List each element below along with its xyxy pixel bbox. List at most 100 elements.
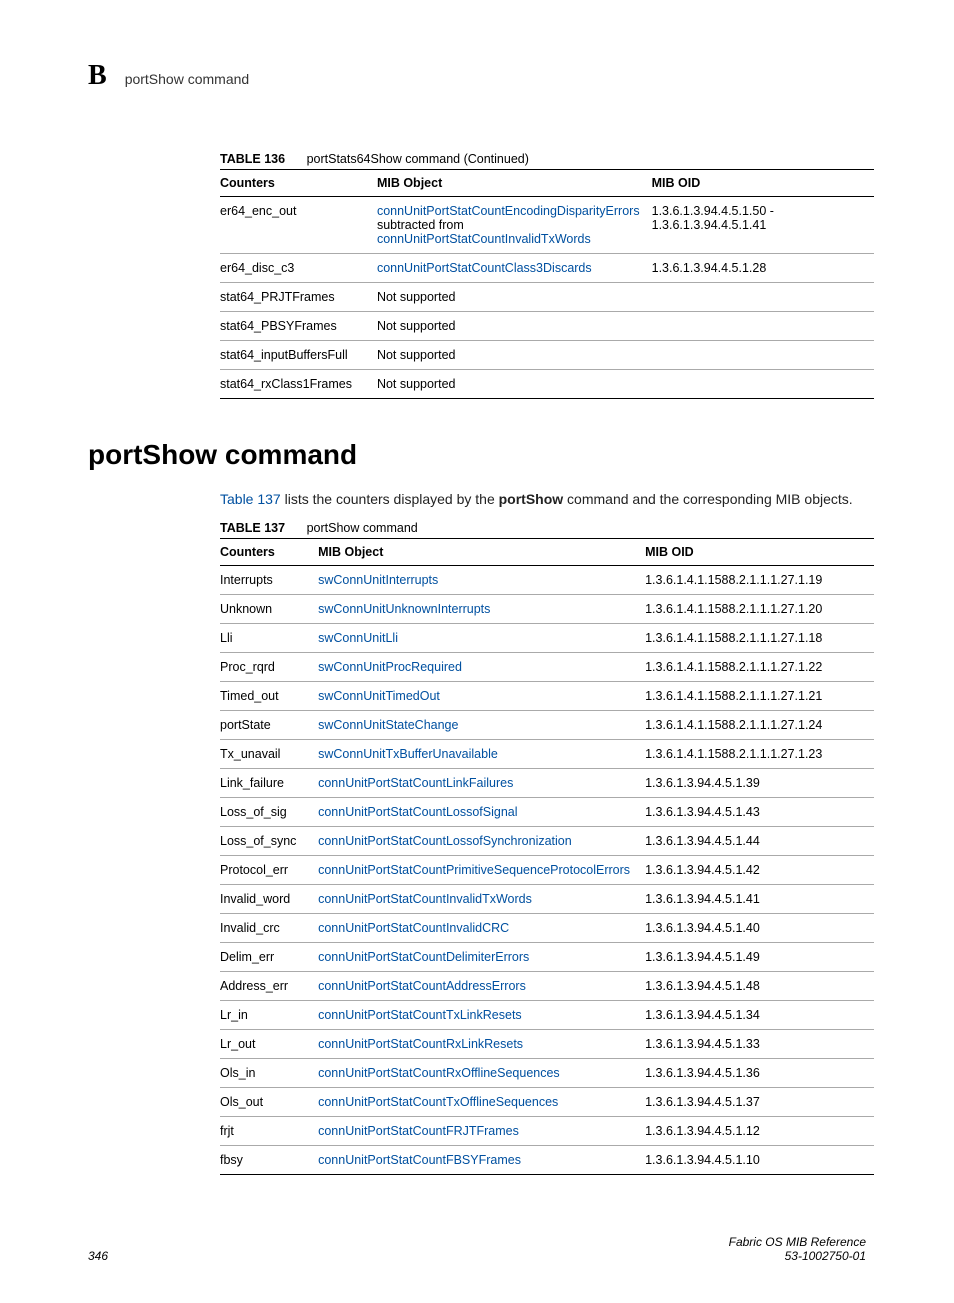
counter-cell: Loss_of_sig <box>220 798 318 827</box>
mib-object-link[interactable]: connUnitPortStatCountAddressErrors <box>318 979 526 993</box>
table-137: Counters MIB Object MIB OID Interruptssw… <box>220 538 874 1175</box>
mib-object-link[interactable]: connUnitPortStatCountFRJTFrames <box>318 1124 519 1138</box>
table-row: Lr_outconnUnitPortStatCountRxLinkResets1… <box>220 1030 874 1059</box>
table-row: Protocol_errconnUnitPortStatCountPrimiti… <box>220 856 874 885</box>
counter-cell: Unknown <box>220 595 318 624</box>
mib-oid-cell: 1.3.6.1.4.1.1588.2.1.1.1.27.1.19 <box>645 566 874 595</box>
mib-oid-cell: 1.3.6.1.3.94.4.5.1.48 <box>645 972 874 1001</box>
mib-object-link[interactable]: swConnUnitTimedOut <box>318 689 440 703</box>
mib-object-link[interactable]: connUnitPortStatCountRxLinkResets <box>318 1037 523 1051</box>
table-137-block: TABLE 137 portShow command Counters MIB … <box>220 521 874 1175</box>
mib-oid-cell: 1.3.6.1.4.1.1588.2.1.1.1.27.1.21 <box>645 682 874 711</box>
mib-object-cell: connUnitPortStatCountFRJTFrames <box>318 1117 645 1146</box>
mib-oid-cell: 1.3.6.1.3.94.4.5.1.37 <box>645 1088 874 1117</box>
mib-object-cell: Not supported <box>377 312 652 341</box>
mib-oid-cell: 1.3.6.1.3.94.4.5.1.43 <box>645 798 874 827</box>
mib-object-link[interactable]: connUnitPortStatCountRxOfflineSequences <box>318 1066 560 1080</box>
table-row: Loss_of_sigconnUnitPortStatCountLossofSi… <box>220 798 874 827</box>
mib-object-cell: connUnitPortStatCountEncodingDisparityEr… <box>377 197 652 254</box>
mib-object-cell: connUnitPortStatCountLossofSynchronizati… <box>318 827 645 856</box>
mib-object-link[interactable]: connUnitPortStatCountLossofSynchronizati… <box>318 834 572 848</box>
mib-oid-cell: 1.3.6.1.3.94.4.5.1.33 <box>645 1030 874 1059</box>
counter-cell: stat64_inputBuffersFull <box>220 341 377 370</box>
footer-doc: Fabric OS MIB Reference <box>729 1235 866 1249</box>
counter-cell: portState <box>220 711 318 740</box>
mib-oid-cell: 1.3.6.1.3.94.4.5.1.42 <box>645 856 874 885</box>
counter-cell: Lli <box>220 624 318 653</box>
mib-object-link[interactable]: swConnUnitStateChange <box>318 718 458 732</box>
mib-oid-cell: 1.3.6.1.4.1.1588.2.1.1.1.27.1.20 <box>645 595 874 624</box>
table-row: Invalid_wordconnUnitPortStatCountInvalid… <box>220 885 874 914</box>
table-row: Delim_errconnUnitPortStatCountDelimiterE… <box>220 943 874 972</box>
table-row: Loss_of_syncconnUnitPortStatCountLossofS… <box>220 827 874 856</box>
mib-object-link[interactable]: connUnitPortStatCountInvalidTxWords <box>377 232 591 246</box>
counter-cell: Delim_err <box>220 943 318 972</box>
table-row: portStateswConnUnitStateChange1.3.6.1.4.… <box>220 711 874 740</box>
mib-object-link[interactable]: connUnitPortStatCountEncodingDisparityEr… <box>377 204 640 218</box>
mib-object-link[interactable]: swConnUnitProcRequired <box>318 660 462 674</box>
mib-object-cell: swConnUnitTxBufferUnavailable <box>318 740 645 769</box>
mib-object-link[interactable]: swConnUnitTxBufferUnavailable <box>318 747 498 761</box>
counter-cell: Link_failure <box>220 769 318 798</box>
mib-object-link[interactable]: connUnitPortStatCountTxLinkResets <box>318 1008 522 1022</box>
mib-object-cell: connUnitPortStatCountPrimitiveSequencePr… <box>318 856 645 885</box>
table-row: UnknownswConnUnitUnknownInterrupts 1.3.6.… <box>220 595 874 624</box>
table-137-xref[interactable]: Table 137 <box>220 491 281 507</box>
table-row: Proc_rqrdswConnUnitProcRequired1.3.6.1.4… <box>220 653 874 682</box>
counter-cell: Lr_in <box>220 1001 318 1030</box>
mib-object-link[interactable]: swConnUnitInterrupts <box>318 573 438 587</box>
t137-h1: Counters <box>220 539 318 566</box>
mib-object-cell: connUnitPortStatCountClass3Discards <box>377 254 652 283</box>
mib-object-cell: swConnUnitInterrupts <box>318 566 645 595</box>
mib-object-cell: swConnUnitProcRequired <box>318 653 645 682</box>
mib-oid-cell <box>652 341 874 370</box>
counter-cell: Invalid_crc <box>220 914 318 943</box>
mib-object-link[interactable]: connUnitPortStatCountDelimiterErrors <box>318 950 529 964</box>
table-row: Tx_unavailswConnUnitTxBufferUnavailable1… <box>220 740 874 769</box>
table-136: Counters MIB Object MIB OID er64_enc_out… <box>220 169 874 399</box>
mib-object-cell: connUnitPortStatCountRxOfflineSequences <box>318 1059 645 1088</box>
mib-object-link[interactable]: connUnitPortStatCountInvalidTxWords <box>318 892 532 906</box>
mib-object-link[interactable]: connUnitPortStatCountClass3Discards <box>377 261 592 275</box>
mib-object-link[interactable]: connUnitPortStatCountFBSYFrames <box>318 1153 521 1167</box>
mib-oid-cell: 1.3.6.1.3.94.4.5.1.49 <box>645 943 874 972</box>
t136-h3: MIB OID <box>652 170 874 197</box>
counter-cell: frjt <box>220 1117 318 1146</box>
table-137-label: TABLE 137 <box>220 521 285 535</box>
t137-h2: MIB Object <box>318 539 645 566</box>
mib-object-link[interactable]: swConnUnitLli <box>318 631 398 645</box>
mib-object-cell: connUnitPortStatCountDelimiterErrors <box>318 943 645 972</box>
mib-object-cell: Not supported <box>377 283 652 312</box>
counter-cell: Protocol_err <box>220 856 318 885</box>
table-row: Link_failureconnUnitPortStatCountLinkFai… <box>220 769 874 798</box>
mib-object-cell: connUnitPortStatCountRxLinkResets <box>318 1030 645 1059</box>
mib-oid-cell: 1.3.6.1.3.94.4.5.1.39 <box>645 769 874 798</box>
mib-object-cell: swConnUnitUnknownInterrupts <box>318 595 645 624</box>
mib-object-link[interactable]: connUnitPortStatCountLinkFailures <box>318 776 513 790</box>
mib-object-link[interactable]: connUnitPortStatCountLossofSignal <box>318 805 517 819</box>
section-heading: portShow command <box>88 439 874 471</box>
table-136-caption: TABLE 136 portStats64Show command (Conti… <box>220 152 874 166</box>
mib-object-link[interactable]: connUnitPortStatCountTxOfflineSequences <box>318 1095 558 1109</box>
table-row: InterruptsswConnUnitInterrupts1.3.6.1.4.… <box>220 566 874 595</box>
mib-object-cell: swConnUnitLli <box>318 624 645 653</box>
counter-cell: Timed_out <box>220 682 318 711</box>
mib-oid-cell: 1.3.6.1.3.94.4.5.1.34 <box>645 1001 874 1030</box>
table-row: LliswConnUnitLli1.3.6.1.4.1.1588.2.1.1.1… <box>220 624 874 653</box>
table-136-label: TABLE 136 <box>220 152 285 166</box>
footer-docnum: 53-1002750-01 <box>729 1249 866 1263</box>
mib-object-cell: connUnitPortStatCountTxOfflineSequences <box>318 1088 645 1117</box>
counter-cell: stat64_PRJTFrames <box>220 283 377 312</box>
mib-object-link[interactable]: connUnitPortStatCountPrimitiveSequencePr… <box>318 863 630 877</box>
counter-cell: Ols_out <box>220 1088 318 1117</box>
counter-cell: Proc_rqrd <box>220 653 318 682</box>
mib-object-link[interactable]: swConnUnitUnknownInterrupts <box>318 602 490 616</box>
table-136-block: TABLE 136 portStats64Show command (Conti… <box>220 152 874 399</box>
mib-oid-cell: 1.3.6.1.3.94.4.5.1.50 - 1.3.6.1.3.94.4.5… <box>652 197 874 254</box>
t137-h3: MIB OID <box>645 539 874 566</box>
mib-object-cell: swConnUnitTimedOut <box>318 682 645 711</box>
mib-object-cell: swConnUnitStateChange <box>318 711 645 740</box>
mib-oid-cell <box>652 283 874 312</box>
mib-object-link[interactable]: connUnitPortStatCountInvalidCRC <box>318 921 509 935</box>
page-footer: 346 Fabric OS MIB Reference 53-1002750-0… <box>80 1235 874 1263</box>
